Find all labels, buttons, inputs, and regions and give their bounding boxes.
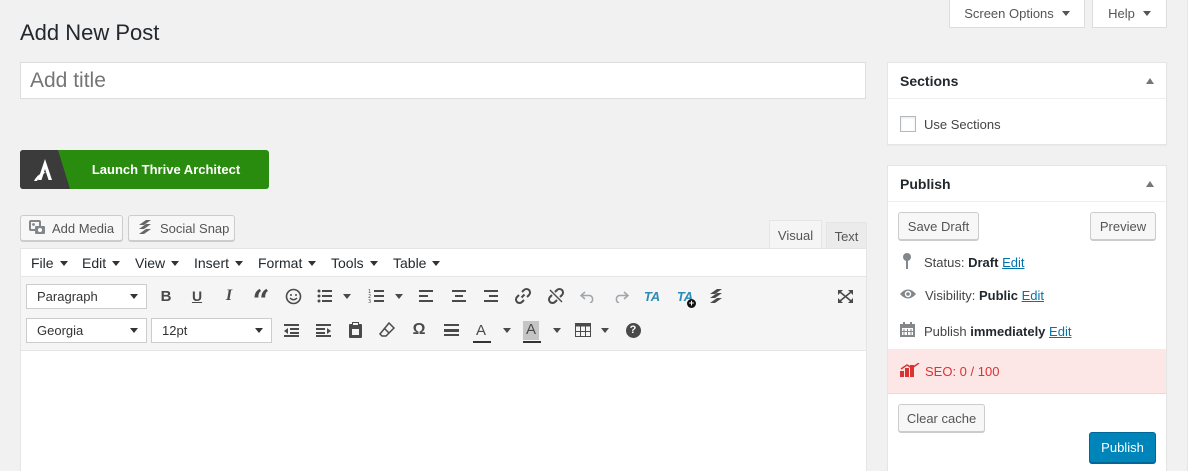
add-media-label: Add Media [52, 220, 115, 236]
unlink-icon[interactable] [545, 285, 567, 307]
visibility-value: Public [978, 288, 1018, 303]
chevron-down-icon [130, 328, 138, 333]
visibility-label: Visibility: [925, 288, 976, 303]
social-snap-icon[interactable] [705, 285, 727, 307]
paste-text-icon[interactable] [344, 319, 366, 341]
menu-insert[interactable]: Insert [194, 255, 244, 271]
editor-menubar: File Edit View Insert Format Tools Table [21, 249, 866, 277]
publish-time-row: Publish immediately Edit [899, 321, 1071, 341]
undo-icon[interactable] [577, 285, 599, 307]
redo-icon[interactable] [609, 285, 631, 307]
sections-box: Sections Use Sections [887, 62, 1167, 145]
publish-title: Publish [900, 175, 951, 192]
clear-cache-button[interactable]: Clear cache [898, 404, 985, 432]
thrive-ta-icon[interactable]: TA [639, 285, 665, 307]
pin-icon [899, 252, 916, 273]
text-color-icon[interactable]: A [471, 319, 511, 343]
status-row: Status: Draft Edit [899, 252, 1024, 273]
seo-chart-icon [900, 361, 920, 380]
calendar-icon [899, 321, 916, 341]
menu-edit[interactable]: Edit [82, 255, 121, 271]
social-snap-label: Social Snap [160, 220, 230, 236]
underline-icon[interactable]: U [186, 285, 208, 307]
screen-options-tab[interactable]: Screen Options [949, 0, 1085, 28]
post-title-input[interactable] [20, 62, 866, 99]
emoji-icon[interactable] [282, 285, 304, 307]
blockquote-icon[interactable]: “ [250, 285, 272, 317]
help-tab[interactable]: Help [1092, 0, 1167, 28]
block-format-select[interactable]: Paragraph [26, 284, 147, 309]
seo-score-text: SEO: 0 / 100 [925, 363, 1000, 379]
horizontal-line-icon[interactable] [440, 319, 462, 341]
chevron-down-icon [255, 328, 263, 333]
svg-text:3: 3 [368, 299, 371, 303]
collapse-icon[interactable] [1146, 77, 1154, 84]
page-title: Add New Post [20, 20, 160, 45]
font-size-select[interactable]: 12pt [151, 318, 272, 343]
table-icon[interactable] [575, 319, 615, 341]
tab-visual[interactable]: Visual [769, 220, 822, 249]
publish-button[interactable]: Publish [1089, 432, 1156, 463]
add-media-icon [29, 219, 47, 238]
menu-tools[interactable]: Tools [331, 255, 378, 271]
chevron-down-icon [1061, 11, 1070, 16]
social-snap-button[interactable]: Social Snap [128, 215, 235, 241]
help-circle-icon[interactable]: ? [622, 319, 644, 341]
menu-view[interactable]: View [135, 255, 180, 271]
publish-time-edit-link[interactable]: Edit [1049, 324, 1071, 339]
background-color-icon[interactable]: A [521, 319, 561, 343]
italic-icon[interactable]: I [218, 285, 240, 307]
fullscreen-icon[interactable] [834, 285, 856, 307]
special-character-icon[interactable]: Ω [408, 319, 430, 341]
save-draft-button[interactable]: Save Draft [898, 212, 979, 240]
clear-formatting-icon[interactable] [376, 319, 398, 341]
editor-container: File Edit View Insert Format Tools Table… [20, 248, 867, 471]
add-media-button[interactable]: Add Media [20, 215, 123, 241]
bullet-list-icon[interactable] [315, 285, 355, 307]
help-label: Help [1108, 6, 1135, 21]
publish-time-value: immediately [970, 323, 1046, 339]
chevron-down-icon [130, 294, 138, 299]
publish-box-header[interactable]: Publish [888, 166, 1166, 202]
visibility-edit-link[interactable]: Edit [1022, 288, 1044, 303]
use-sections-checkbox[interactable] [900, 116, 916, 132]
align-right-icon[interactable] [480, 285, 502, 307]
bold-icon[interactable]: B [155, 285, 177, 307]
launch-thrive-label: Launch Thrive Architect [91, 162, 241, 177]
menu-file[interactable]: File [31, 255, 68, 271]
eye-icon [899, 287, 917, 304]
collapse-icon[interactable] [1146, 180, 1154, 187]
menu-format[interactable]: Format [258, 255, 317, 271]
launch-thrive-architect-button[interactable]: Launch Thrive Architect [20, 150, 269, 189]
screen-options-label: Screen Options [964, 6, 1054, 21]
link-icon[interactable] [512, 285, 534, 307]
status-edit-link[interactable]: Edit [1002, 255, 1024, 270]
align-center-icon[interactable] [448, 285, 470, 307]
thrive-logo-icon [20, 150, 71, 189]
font-family-select[interactable]: Georgia [26, 318, 147, 343]
editor-content-area[interactable] [21, 352, 866, 471]
sections-box-header[interactable]: Sections [888, 63, 1166, 99]
align-left-icon[interactable] [415, 285, 437, 307]
preview-button[interactable]: Preview [1090, 212, 1156, 240]
thrive-ta-plus-icon[interactable]: TA + [672, 285, 698, 308]
chevron-down-icon [1142, 11, 1151, 16]
tab-text[interactable]: Text [826, 222, 867, 249]
visibility-row: Visibility: Public Edit [899, 287, 1044, 304]
editor-toolbar: Paragraph B U I “ 123 TA TA + Georgia 12p… [21, 277, 866, 351]
use-sections-label: Use Sections [924, 116, 1001, 132]
publish-divider [888, 393, 1166, 394]
outdent-icon[interactable] [280, 319, 302, 341]
status-label: Status: [924, 255, 965, 270]
menu-table[interactable]: Table [393, 255, 441, 271]
sections-title: Sections [900, 72, 959, 89]
numbered-list-icon[interactable]: 123 [367, 285, 407, 307]
status-value: Draft [968, 255, 999, 270]
indent-icon[interactable] [312, 319, 334, 341]
seo-score-bar[interactable]: SEO: 0 / 100 [888, 349, 1166, 393]
publish-time-label: Publish [924, 323, 967, 339]
social-snap-icon [137, 219, 153, 238]
